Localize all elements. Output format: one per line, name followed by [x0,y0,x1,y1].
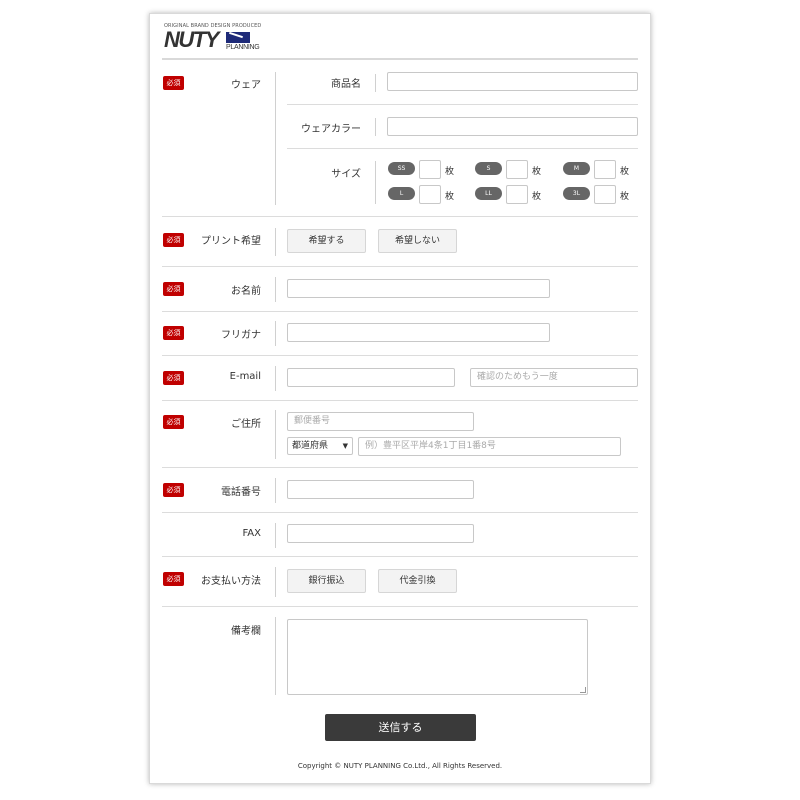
submit-button[interactable]: 送信する [325,714,476,741]
row-divider [162,266,638,267]
furigana-label: フリガナ [221,330,261,341]
print-yes-button[interactable]: 希望する [287,229,366,253]
row-divider [162,467,638,468]
subrow-divider [287,148,638,149]
required-badge: 必須 [163,76,184,90]
required-badge: 必須 [163,282,184,296]
row-vertical-divider [275,321,276,346]
resize-handle-icon[interactable] [580,687,586,693]
row-divider [162,606,638,607]
wear-color-input[interactable] [387,117,638,136]
print-label: プリント希望 [201,236,261,247]
qty-input-l[interactable] [419,185,441,204]
required-badge: 必須 [163,233,184,247]
unit-label: 枚 [620,167,630,177]
row-divider [162,216,638,217]
email-confirm-input[interactable]: 確認のためもう一度 [470,368,638,387]
street-address-input[interactable]: 例）豊平区平岸4条1丁目1番8号 [358,437,621,456]
email-input[interactable] [287,368,455,387]
qty-input-s[interactable] [506,160,528,179]
size-badge-ss: SS [388,162,415,175]
product-name-input[interactable] [387,72,638,91]
size-badge-s: S [475,162,502,175]
field-separator [375,161,376,204]
bank-transfer-button[interactable]: 銀行振込 [287,569,366,593]
row-vertical-divider [275,478,276,503]
postal-code-input[interactable]: 郵便番号 [287,412,474,431]
required-badge: 必須 [163,572,184,586]
fax-input[interactable] [287,524,474,543]
brand-logo: ORIGINAL BRAND DESIGN PRODUCED NUTY PLAN… [164,23,264,53]
required-badge: 必須 [163,415,184,429]
row-vertical-divider [275,567,276,597]
email-label: E-mail [229,371,261,382]
name-input[interactable] [287,279,550,298]
row-vertical-divider [275,410,276,459]
chevron-down-icon: ▼ [342,442,348,450]
cash-on-delivery-button[interactable]: 代金引換 [378,569,457,593]
required-badge: 必須 [163,483,184,497]
qty-input-m[interactable] [594,160,616,179]
phone-label: 電話番号 [221,487,261,498]
unit-label: 枚 [532,192,542,202]
payment-label: お支払い方法 [201,576,261,587]
copyright-text: Copyright © NUTY PLANNING Co.Ltd., All R… [297,762,503,770]
required-badge: 必須 [163,326,184,340]
furigana-input[interactable] [287,323,550,342]
size-badge-l: L [388,187,415,200]
row-vertical-divider [275,277,276,302]
phone-input[interactable] [287,480,474,499]
row-divider [162,355,638,356]
unit-label: 枚 [532,167,542,177]
unit-label: 枚 [620,192,630,202]
fax-label: FAX [242,528,261,539]
row-divider [162,311,638,312]
qty-input-ll[interactable] [506,185,528,204]
header-divider [162,58,638,60]
address-label: ご住所 [231,419,261,430]
size-badge-m: M [563,162,590,175]
product-name-label: 商品名 [331,79,361,90]
row-divider [162,556,638,557]
qty-input-3l[interactable] [594,185,616,204]
qty-input-ss[interactable] [419,160,441,179]
logo-wordmark: NUTY [164,27,219,52]
size-badge-ll: LL [475,187,502,200]
field-separator [375,118,376,136]
prefecture-selected-value: 都道府県 [292,441,329,451]
notes-textarea[interactable] [287,619,588,695]
unit-label: 枚 [445,167,455,177]
size-badge-3l: 3L [563,187,590,200]
subrow-divider [287,104,638,105]
form-card: ORIGINAL BRAND DESIGN PRODUCED NUTY PLAN… [149,13,651,784]
row-divider [162,400,638,401]
required-badge: 必須 [163,371,184,385]
name-label: お名前 [231,286,261,297]
wear-label: ウェア [231,80,261,91]
wear-color-label: ウェアカラー [301,124,361,135]
print-no-button[interactable]: 希望しない [378,229,457,253]
row-vertical-divider [275,523,276,548]
size-label: サイズ [331,169,361,180]
wear-vertical-divider [275,72,276,205]
row-vertical-divider [275,228,276,256]
unit-label: 枚 [445,192,455,202]
field-separator [375,74,376,92]
logo-mark-icon [226,32,250,43]
row-vertical-divider [275,366,276,391]
row-divider [162,512,638,513]
logo-subtitle: PLANNING [226,44,260,51]
notes-label: 備考欄 [231,626,261,637]
prefecture-select[interactable]: 都道府県 ▼ [287,437,353,455]
row-vertical-divider [275,617,276,695]
